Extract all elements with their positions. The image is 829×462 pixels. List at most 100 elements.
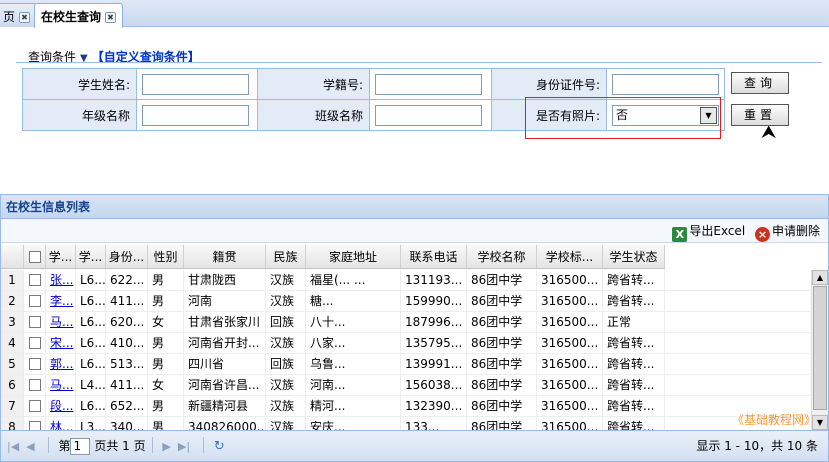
student-name-link[interactable]: 郭... bbox=[46, 354, 76, 374]
cell-school-code: 316500... bbox=[537, 417, 603, 430]
vertical-scrollbar[interactable]: ▲ ▼ bbox=[811, 270, 828, 430]
highlight-box bbox=[525, 97, 721, 139]
cell-student-number: L6... bbox=[76, 396, 106, 416]
table-row[interactable]: 2 李... L6... 411... 男河南 汉族 糖... 159990... 86团中学 3… bbox=[1, 291, 810, 312]
cell-school: 86团中学 bbox=[467, 333, 537, 353]
column-header[interactable]: 联系电话 bbox=[401, 245, 467, 268]
close-icon[interactable]: ✖ bbox=[19, 12, 31, 23]
row-checkbox[interactable] bbox=[28, 379, 41, 391]
page-number-input[interactable]: 1 bbox=[70, 438, 91, 455]
column-header[interactable]: 学... bbox=[76, 245, 106, 268]
row-checkbox[interactable] bbox=[28, 400, 41, 412]
row-checkbox[interactable] bbox=[28, 337, 41, 349]
cell-id-card: 652... bbox=[106, 396, 148, 416]
student-name-link[interactable]: 段... bbox=[46, 396, 76, 416]
row-checkbox[interactable] bbox=[28, 421, 41, 430]
column-header[interactable]: 学生状态 bbox=[603, 245, 665, 268]
tab-bar: 页 ✖ 在校生查询 ✖ bbox=[0, 0, 829, 28]
close-icon[interactable]: ✖ bbox=[105, 12, 117, 23]
column-header[interactable]: 学... bbox=[46, 245, 76, 268]
cell-origin: 甘肃陇西 bbox=[184, 270, 266, 290]
cell-status: 跨省转... bbox=[603, 333, 665, 353]
cell-id-card: 620... bbox=[106, 312, 148, 332]
refresh-icon[interactable]: ↻ bbox=[214, 432, 225, 462]
table-row[interactable]: 5 郭... L6... 513... 男四川省 回族 乌鲁... 139991... 86团中… bbox=[1, 354, 810, 375]
table-row[interactable]: 4 宋... L6... 410... 男河南省开封... 汉族 八家... 135795..… bbox=[1, 333, 810, 354]
last-page-icon[interactable]: ▶| bbox=[178, 432, 190, 462]
tab-home[interactable]: 页 ✖ bbox=[0, 3, 38, 27]
cell-origin: 新疆精河县 bbox=[184, 396, 266, 416]
cell-id-card: 411... bbox=[106, 291, 148, 311]
column-header[interactable]: 学校名称 bbox=[467, 245, 537, 268]
student-name-link[interactable]: 李... bbox=[46, 291, 76, 311]
export-excel-button[interactable]: X 导出Excel bbox=[672, 224, 751, 242]
tab-student-query[interactable]: 在校生查询 ✖ bbox=[34, 3, 124, 28]
grade-input[interactable] bbox=[142, 104, 249, 126]
scroll-up-icon[interactable]: ▲ bbox=[812, 270, 828, 285]
next-page-icon[interactable]: ▶ bbox=[162, 432, 170, 462]
column-header[interactable]: 性别 bbox=[148, 245, 184, 268]
id-card-input[interactable] bbox=[612, 73, 719, 95]
cell-address: 河南... bbox=[306, 375, 401, 395]
column-header[interactable]: 家庭地址 bbox=[306, 245, 401, 268]
cell-address: 乌鲁... bbox=[306, 354, 401, 374]
grid-body: 1 张... L6... 622... 男甘肃陇西 汉族 福星(... ... 131193.… bbox=[1, 270, 810, 430]
row-number: 5 bbox=[1, 354, 24, 374]
student-name-link[interactable]: 宋... bbox=[46, 333, 76, 353]
student-name-link[interactable]: 张... bbox=[46, 270, 76, 290]
cell-sex: 女 bbox=[148, 312, 184, 332]
cell-school-code: 316500... bbox=[537, 354, 603, 374]
delete-icon: × bbox=[754, 227, 770, 242]
row-select-cell bbox=[24, 312, 46, 332]
tab-home-label: 页 bbox=[3, 10, 16, 24]
select-all-checkbox[interactable] bbox=[28, 251, 41, 263]
row-checkbox[interactable] bbox=[28, 295, 41, 307]
row-checkbox[interactable] bbox=[28, 274, 41, 286]
student-grid: 在校生信息列表 X 导出Excel × 申请删除 学... 学... 身份... 性… bbox=[0, 194, 829, 462]
cell-nation: 汉族 bbox=[266, 291, 306, 311]
cell-phone: 156038... bbox=[401, 375, 467, 395]
table-row[interactable]: 6 马... L4... 411... 女河南省许昌... 汉族 河南... 156038..… bbox=[1, 375, 810, 396]
row-select-cell bbox=[24, 291, 46, 311]
student-name-link[interactable]: 马... bbox=[46, 375, 76, 395]
cell-address: 八家... bbox=[306, 333, 401, 353]
grid-toolbar: X 导出Excel × 申请删除 bbox=[1, 219, 828, 243]
table-row[interactable]: 1 张... L6... 622... 男甘肃陇西 汉族 福星(... ... 131193.… bbox=[1, 270, 810, 291]
cell-id-card: 340... bbox=[106, 417, 148, 430]
student-name-link[interactable]: 林... bbox=[46, 417, 76, 430]
grade-label: 年级名称 bbox=[22, 99, 137, 131]
student-name-link[interactable]: 马... bbox=[46, 312, 76, 332]
row-checkbox[interactable] bbox=[28, 358, 41, 370]
column-header[interactable]: 籍贯 bbox=[184, 245, 266, 268]
cell-sex: 男 bbox=[148, 396, 184, 416]
row-checkbox[interactable] bbox=[28, 316, 41, 328]
class-input[interactable] bbox=[375, 104, 482, 126]
cell-school-code: 316500... bbox=[537, 270, 603, 290]
student-name-input[interactable] bbox=[142, 73, 249, 95]
id-card-cell bbox=[606, 68, 725, 100]
scroll-thumb[interactable] bbox=[813, 286, 827, 410]
row-number: 7 bbox=[1, 396, 24, 416]
first-page-icon[interactable]: |◀ bbox=[7, 432, 19, 462]
request-delete-button[interactable]: × 申请删除 bbox=[754, 224, 820, 242]
column-header[interactable]: 学校标... bbox=[537, 245, 603, 268]
table-row[interactable]: 7 段... L6... 652... 男新疆精河县 汉族 精河... 132390... 86… bbox=[1, 396, 810, 417]
cell-sex: 男 bbox=[148, 354, 184, 374]
row-select-cell bbox=[24, 270, 46, 290]
table-row[interactable]: 8 林... L3... 340... 男 340826000... 汉族 安庆... 133.… bbox=[1, 417, 810, 430]
mouse-cursor-icon: ⮝ bbox=[761, 122, 777, 143]
column-header[interactable]: 民族 bbox=[266, 245, 306, 268]
column-header[interactable]: 身份... bbox=[106, 245, 148, 268]
cell-student-number: L6... bbox=[76, 333, 106, 353]
class-cell bbox=[369, 99, 492, 131]
prev-page-icon[interactable]: ◀ bbox=[26, 432, 34, 462]
cell-status: 跨省转... bbox=[603, 270, 665, 290]
page-display-info: 显示 1 - 10，共 10 条 bbox=[696, 439, 818, 453]
search-button[interactable]: 查询 bbox=[731, 72, 789, 94]
cell-origin: 河南省开封... bbox=[184, 333, 266, 353]
rownum-header bbox=[1, 245, 24, 268]
cell-sex: 男 bbox=[148, 270, 184, 290]
student-number-input[interactable] bbox=[375, 73, 482, 95]
reset-button[interactable]: 重置 bbox=[731, 104, 789, 126]
table-row[interactable]: 3 马... L6... 620... 女甘肃省张家川 回族 八十... 187996... 8… bbox=[1, 312, 810, 333]
